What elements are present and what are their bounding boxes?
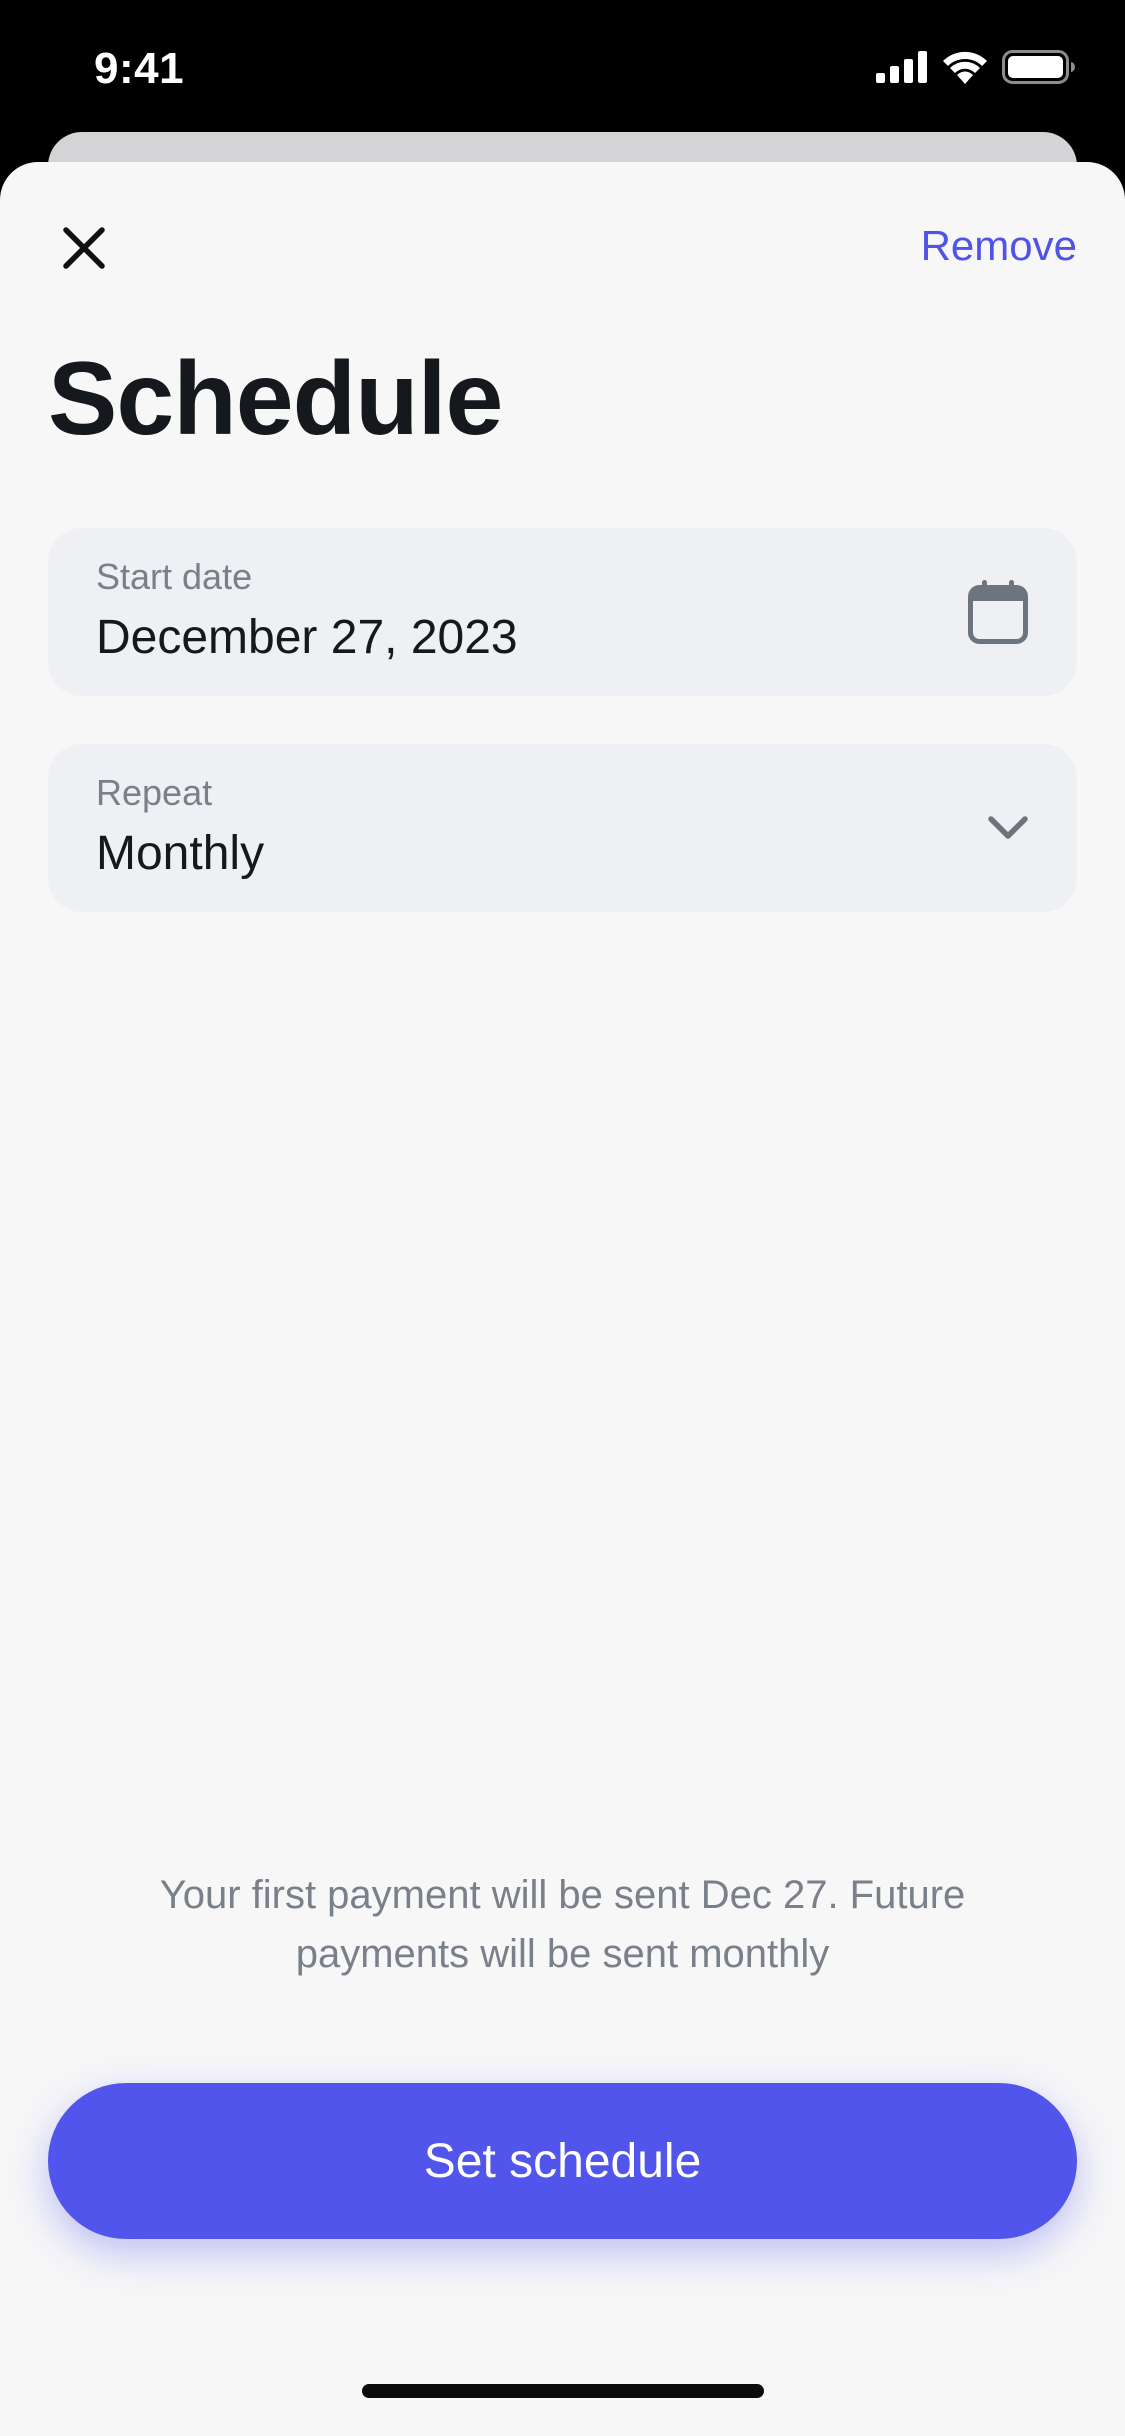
- repeat-label: Repeat: [96, 772, 213, 813]
- calendar-icon[interactable]: [967, 579, 1029, 645]
- chevron-down-icon: [987, 815, 1029, 841]
- status-bar: 9:41: [0, 0, 1125, 135]
- repeat-value: Monthly: [96, 827, 265, 880]
- battery-icon: [1002, 50, 1076, 89]
- set-schedule-button[interactable]: Set schedule: [48, 2083, 1077, 2239]
- cellular-signal-icon: [876, 51, 928, 88]
- status-time: 9:41: [94, 44, 185, 93]
- close-button[interactable]: [48, 214, 120, 286]
- repeat-field[interactable]: Repeat Monthly: [48, 744, 1077, 912]
- schedule-sheet: Remove Schedule Start date December 27, …: [0, 162, 1125, 2436]
- home-indicator: [362, 2384, 764, 2398]
- start-date-value: December 27, 2023: [96, 611, 518, 664]
- wifi-icon: [942, 50, 988, 89]
- page-title: Schedule: [48, 341, 503, 457]
- start-date-label: Start date: [96, 556, 253, 597]
- status-icons: [876, 50, 1076, 89]
- screen: 9:41 Remove Schedule Start date December…: [0, 0, 1125, 2436]
- remove-button[interactable]: Remove: [921, 222, 1077, 270]
- schedule-info-text: Your first payment will be sent Dec 27. …: [159, 1873, 966, 1976]
- close-icon: [62, 226, 106, 275]
- start-date-field[interactable]: Start date December 27, 2023: [48, 528, 1077, 696]
